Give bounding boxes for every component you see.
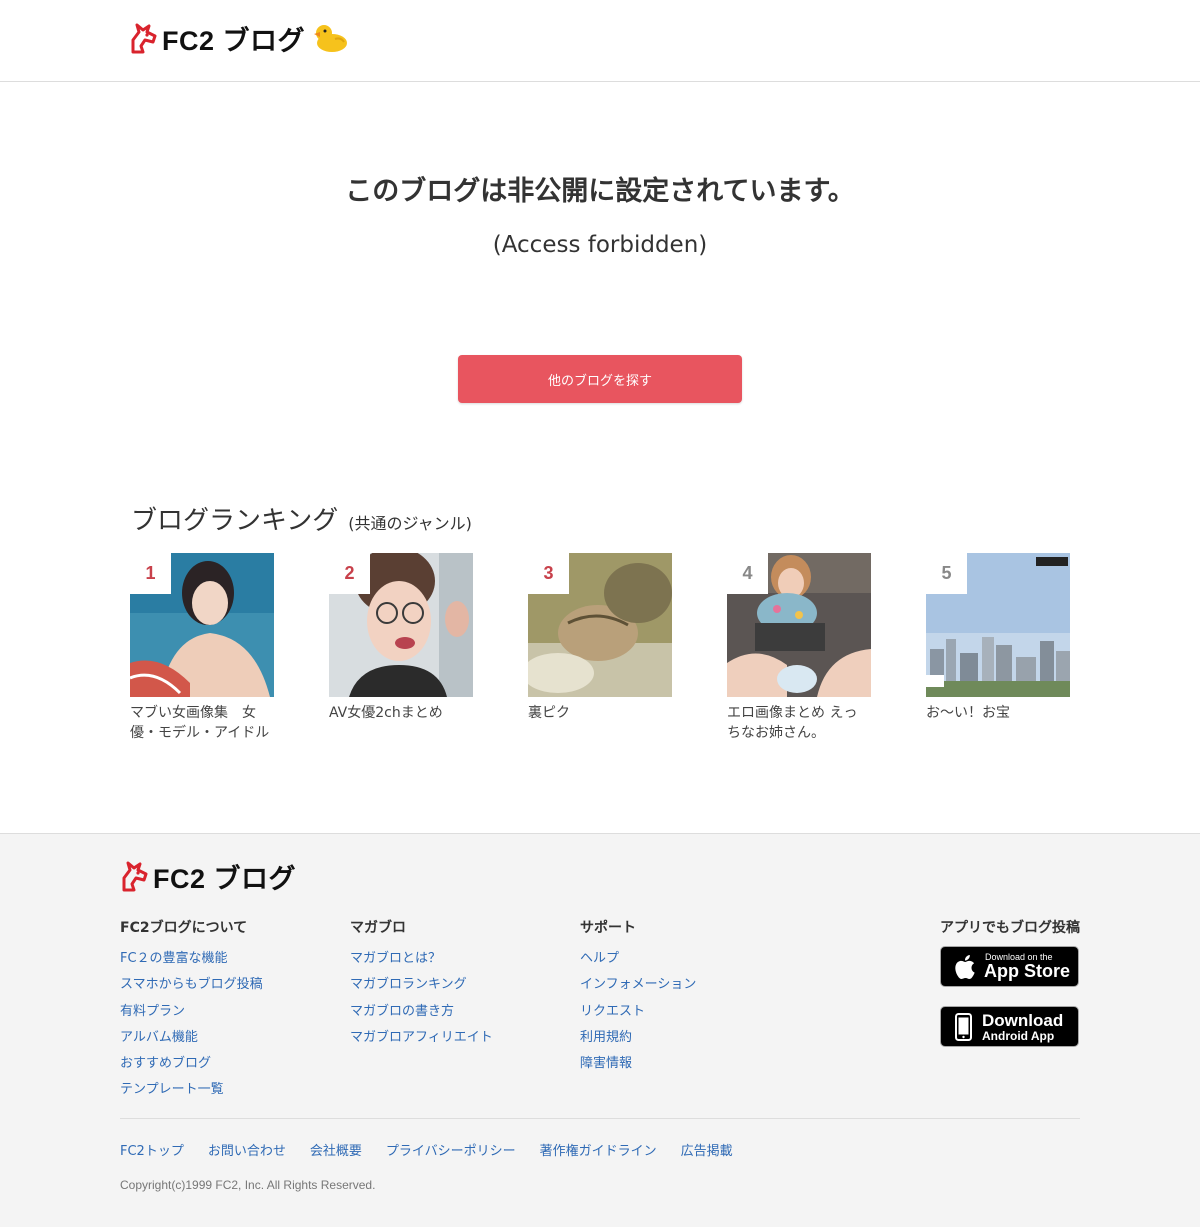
footer-bottom-link[interactable]: 広告掲載 <box>681 1142 733 1162</box>
ranking-item: 5 お〜い！お宝 <box>926 553 1070 723</box>
site-footer: FC2 ブログ FC2ブログについて FC２の豊富な機能 スマホからもブログ投稿 … <box>0 833 1200 1227</box>
ranking-thumbnail[interactable]: 1 <box>130 553 274 697</box>
footer-logo-text: FC2 ブログ <box>153 863 297 894</box>
footer-column-about: FC2ブログについて FC２の豊富な機能 スマホからもブログ投稿 有料プラン ア… <box>120 920 263 1104</box>
ranking-item: 3 裏ピク <box>528 553 672 723</box>
footer-link[interactable]: マガブロとは？ <box>350 946 493 972</box>
ranking-heading: ブログランキング <box>131 506 339 536</box>
footer-link[interactable]: アルバム機能 <box>120 1025 263 1051</box>
footer-bottom-link[interactable]: FC2トップ <box>120 1142 184 1162</box>
ranking-thumbnail[interactable]: 5 <box>926 553 1070 697</box>
footer-bottom-link[interactable]: 著作権ガイドライン <box>540 1142 657 1162</box>
footer-column-heading: FC2ブログについて <box>120 920 248 936</box>
footer-app-column: アプリでもブログ投稿 Download on the App Store Dow… <box>940 920 1080 1047</box>
fc2-unicorn-icon <box>131 23 157 54</box>
rank-badge: 5 <box>926 553 967 594</box>
ranking-item: 1 マブい女画像集 女優・モデル・アイドル <box>130 553 274 743</box>
footer-link[interactable]: マガブロの書き方 <box>350 999 493 1025</box>
rank-badge: 3 <box>528 553 569 594</box>
footer-link[interactable]: マガブロランキング <box>350 972 493 998</box>
ranking-blog-name[interactable]: エロ画像まとめ えっちなお姉さん。 <box>727 703 871 743</box>
footer-link[interactable]: 利用規約 <box>580 1025 696 1051</box>
copyright: Copyright(c)1999 FC2, Inc. All Rights Re… <box>120 1178 376 1192</box>
android-app-button[interactable]: Download Android App <box>940 1006 1079 1047</box>
fc2-unicorn-icon <box>122 861 148 892</box>
ranking-list: 1 マブい女画像集 女優・モデル・アイドル 2 AV女優2chまとめ 3 裏ピク… <box>130 553 1130 753</box>
ranking-thumbnail[interactable]: 4 <box>727 553 871 697</box>
footer-bottom-link[interactable]: お問い合わせ <box>208 1142 286 1162</box>
footer-bottom-links: FC2トップ お問い合わせ 会社概要 プライバシーポリシー 著作権ガイドライン … <box>120 1142 757 1162</box>
footer-column-heading: マガブロ <box>350 920 406 936</box>
ranking-blog-name[interactable]: お〜い！お宝 <box>926 703 1070 723</box>
android-small-text: Android App <box>982 1029 1055 1043</box>
rank-badge: 2 <box>329 553 370 594</box>
ranking-thumbnail[interactable]: 2 <box>329 553 473 697</box>
footer-link[interactable]: リクエスト <box>580 999 696 1025</box>
footer-app-heading: アプリでもブログ投稿 <box>940 920 1080 936</box>
footer-divider <box>120 1118 1080 1119</box>
footer-link[interactable]: FC２の豊富な機能 <box>120 946 263 972</box>
footer-link[interactable]: テンプレート一覧 <box>120 1077 263 1103</box>
duck-icon <box>314 25 348 52</box>
logo-text: FC2 ブログ <box>162 25 306 56</box>
android-big-text: Download <box>982 1011 1064 1030</box>
apple-icon <box>955 955 975 980</box>
rank-badge: 1 <box>130 553 171 594</box>
footer-column-magablo: マガブロ マガブロとは？ マガブロランキング マガブロの書き方 マガブロアフィリ… <box>350 920 493 1051</box>
fc2-blog-logo[interactable]: FC2 ブログ <box>129 20 349 56</box>
footer-link[interactable]: マガブロアフィリエイト <box>350 1025 493 1051</box>
site-header: FC2 ブログ <box>0 0 1200 82</box>
footer-bottom-link[interactable]: 会社概要 <box>310 1142 362 1162</box>
ranking-title: ブログランキング (共通のジャンル) <box>131 500 472 537</box>
footer-link[interactable]: おすすめブログ <box>120 1051 263 1077</box>
ranking-blog-name[interactable]: 裏ピク <box>528 703 672 723</box>
footer-link[interactable]: 障害情報 <box>580 1051 696 1077</box>
ranking-item: 4 エロ画像まとめ えっちなお姉さん。 <box>727 553 871 743</box>
ranking-item: 2 AV女優2chまとめ <box>329 553 473 723</box>
app-store-button[interactable]: Download on the App Store <box>940 946 1079 987</box>
smartphone-icon <box>955 1013 972 1041</box>
footer-column-heading: サポート <box>580 920 636 936</box>
footer-link[interactable]: 有料プラン <box>120 999 263 1025</box>
access-forbidden-message: このブログは非公開に設定されています。 (Access forbidden) <box>0 172 1200 260</box>
ranking-genre-note: (共通のジャンル) <box>348 514 472 533</box>
footer-fc2-blog-logo[interactable]: FC2 ブログ <box>120 858 296 894</box>
ranking-thumbnail[interactable]: 3 <box>528 553 672 697</box>
footer-link[interactable]: ヘルプ <box>580 946 696 972</box>
footer-bottom-link[interactable]: プライバシーポリシー <box>386 1142 516 1162</box>
app-store-big-text: App Store <box>984 961 1071 981</box>
access-forbidden-text: (Access forbidden) <box>492 232 708 258</box>
footer-link[interactable]: スマホからもブログ投稿 <box>120 972 263 998</box>
find-other-blogs-button[interactable]: 他のブログを探す <box>458 355 742 403</box>
ranking-blog-name[interactable]: マブい女画像集 女優・モデル・アイドル <box>130 703 274 743</box>
footer-link[interactable]: インフォメーション <box>580 972 696 998</box>
footer-column-support: サポート ヘルプ インフォメーション リクエスト 利用規約 障害情報 <box>580 920 696 1077</box>
rank-badge: 4 <box>727 553 768 594</box>
ranking-blog-name[interactable]: AV女優2chまとめ <box>329 703 473 723</box>
private-blog-heading: このブログは非公開に設定されています。 <box>345 176 855 207</box>
